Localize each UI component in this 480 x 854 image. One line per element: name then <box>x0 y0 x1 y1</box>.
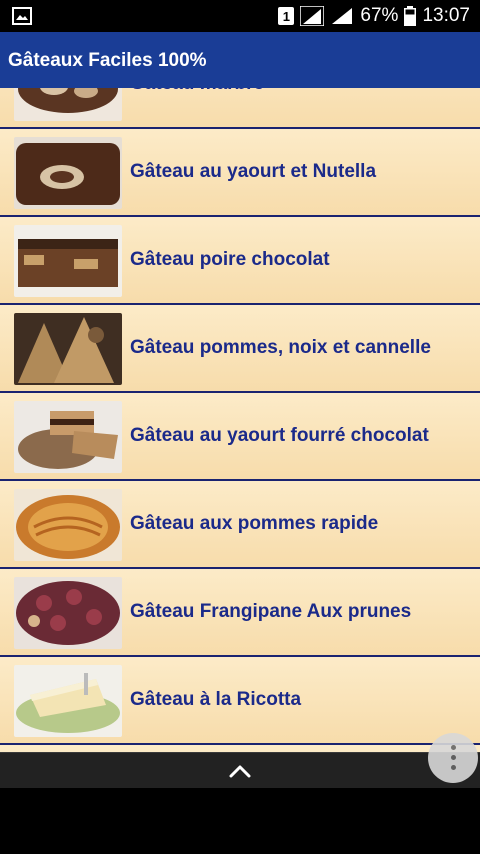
recipe-title: Gâteau au yaourt et Nutella <box>130 161 377 182</box>
recipe-list[interactable]: Gâteau marbré Gâteau au yaourt et Nutell… <box>0 88 480 752</box>
recipe-thumbnail <box>14 225 122 297</box>
recipe-title: Gâteau poire chocolat <box>130 249 330 270</box>
list-item[interactable]: Gâteau pommes, noix et cannelle <box>0 305 480 393</box>
recipe-thumbnail <box>14 137 122 209</box>
list-item[interactable]: Gâteau poire chocolat <box>0 217 480 305</box>
list-item[interactable]: Gâteau à la Ricotta <box>0 657 480 745</box>
recipe-title: Gâteau à la Ricotta <box>130 689 302 710</box>
recipe-title: Gâteau pommes, noix et cannelle <box>130 337 431 358</box>
system-nav-area <box>0 788 480 854</box>
signal-icon <box>300 6 325 26</box>
page-title: Gâteaux Faciles 100% <box>8 50 207 71</box>
bottom-bar <box>0 752 480 788</box>
list-item[interactable]: Gâteau Frangipane Aux prunes <box>0 569 480 657</box>
gallery-icon <box>12 7 32 25</box>
more-options-button[interactable] <box>428 733 478 783</box>
recipe-thumbnail <box>14 313 122 385</box>
battery-icon <box>404 6 417 26</box>
recipe-thumbnail <box>14 665 122 737</box>
signal-icon <box>332 8 353 24</box>
recipe-title: Gâteau Frangipane Aux prunes <box>130 601 412 622</box>
app-bar: Gâteaux Faciles 100% <box>0 32 480 88</box>
list-item[interactable] <box>0 745 480 752</box>
list-item[interactable]: Gâteau marbré <box>0 88 480 129</box>
list-item[interactable]: Gâteau au yaourt fourré chocolat <box>0 393 480 481</box>
chevron-up-icon[interactable] <box>228 761 252 781</box>
recipe-thumbnail <box>14 401 122 473</box>
sim-icon: 1 <box>278 7 295 25</box>
recipe-thumbnail <box>14 577 122 649</box>
status-bar: 1 67% 13:07 <box>0 0 480 32</box>
list-item[interactable]: Gâteau au yaourt et Nutella <box>0 129 480 217</box>
battery-percent: 67% <box>360 5 399 26</box>
recipe-title: Gâteau au yaourt fourré chocolat <box>130 425 429 446</box>
recipe-thumbnail <box>14 489 122 561</box>
recipe-title: Gâteau marbré <box>130 88 264 127</box>
list-item[interactable]: Gâteau aux pommes rapide <box>0 481 480 569</box>
recipe-thumbnail <box>14 88 122 121</box>
recipe-title: Gâteau aux pommes rapide <box>130 513 379 534</box>
clock: 13:07 <box>422 5 470 26</box>
